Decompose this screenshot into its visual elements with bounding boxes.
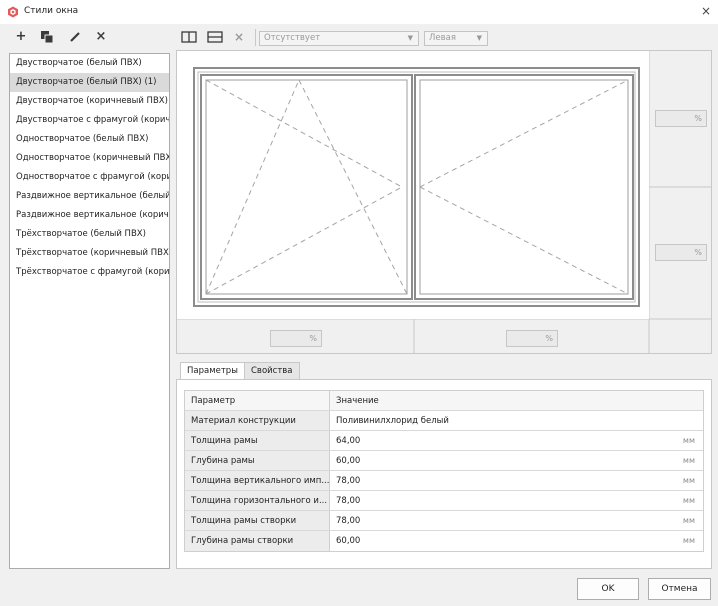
param-unit: мм [682, 436, 695, 445]
param-name: Глубина рамы [185, 451, 330, 470]
split-horizontal-button[interactable] [207, 30, 225, 48]
list-item[interactable]: Двустворчатое (коричневый ПВХ) [10, 92, 169, 111]
param-value: 78,00 [336, 516, 361, 526]
param-value: 78,00 [336, 476, 361, 486]
close-button[interactable]: × [698, 3, 714, 19]
param-unit: мм [682, 496, 695, 505]
list-item[interactable]: Одностворчатое с фрамугой (коричневый ПВ… [10, 168, 169, 187]
list-item[interactable]: Трёхстворчатое с фрамугой (коричневый ПВ… [10, 263, 169, 282]
bottom-right-percent-field[interactable]: % [506, 330, 558, 347]
table-row[interactable]: Глубина рамы 60,00 мм [185, 451, 703, 471]
table-row[interactable]: Материал конструкции Поливинилхлорид белы… [185, 411, 703, 431]
param-value-cell[interactable]: 78,00 мм [330, 511, 703, 530]
param-name: Глубина рамы створки [185, 531, 330, 551]
side-value: Левая [429, 33, 456, 43]
ok-button[interactable]: OK [577, 578, 639, 600]
param-unit: мм [682, 516, 695, 525]
bottom-left-percent-field[interactable]: % [270, 330, 322, 347]
table-row[interactable]: Толщина вертикального имп... 78,00 мм [185, 471, 703, 491]
table-row[interactable]: Глубина рамы створки 60,00 мм [185, 531, 703, 551]
param-unit: мм [682, 476, 695, 485]
param-value-cell[interactable]: 78,00 мм [330, 471, 703, 490]
param-name: Толщина вертикального имп... [185, 471, 330, 490]
list-item[interactable]: Двустворчатое с фрамугой (коричневый ПВХ… [10, 111, 169, 130]
split-vertical-button[interactable] [181, 30, 199, 48]
param-value-cell[interactable]: Поливинилхлорид белый [330, 411, 703, 430]
param-value: 60,00 [336, 536, 361, 546]
param-name: Толщина рамы створки [185, 511, 330, 530]
window-title: Стили окна [24, 6, 79, 16]
param-value: Поливинилхлорид белый [336, 416, 449, 426]
delete-style-button[interactable]: × [92, 28, 110, 46]
app-logo-icon [8, 6, 18, 18]
table-row[interactable]: Толщина рамы створки 78,00 мм [185, 511, 703, 531]
chevron-down-icon: ▼ [476, 34, 482, 42]
copy-icon [41, 31, 54, 44]
list-item[interactable]: Трёхстворчатое (коричневый ПВХ) [10, 244, 169, 263]
param-name: Материал конструкции [185, 411, 330, 430]
list-item[interactable]: Раздвижное вертикальное (белый ПВХ) [10, 187, 169, 206]
style-list: Двустворчатое (белый ПВХ) Двустворчатое (… [9, 53, 170, 569]
remove-division-button[interactable]: × [234, 30, 252, 48]
window-preview-area: % % % % [176, 50, 712, 354]
add-style-button[interactable]: + [12, 28, 30, 46]
param-unit: мм [682, 456, 695, 465]
param-value: 60,00 [336, 456, 361, 466]
parameters-table: Параметр Значение Материал конструкции По… [184, 390, 704, 552]
header-value: Значение [330, 391, 703, 410]
cancel-button[interactable]: Отмена [648, 578, 711, 600]
table-row[interactable]: Толщина горизонтального и... 78,00 мм [185, 491, 703, 511]
list-item[interactable]: Трёхстворчатое (белый ПВХ) [10, 225, 169, 244]
tab-properties[interactable]: Свойства [244, 362, 300, 380]
param-value-cell[interactable]: 78,00 мм [330, 491, 703, 510]
edit-style-button[interactable] [68, 30, 82, 44]
param-name: Толщина рамы [185, 431, 330, 450]
window-preview-drawing [177, 51, 711, 353]
list-item[interactable]: Одностворчатое (коричневый ПВХ) [10, 149, 169, 168]
opening-type-dropdown[interactable]: Отсутствует ▼ [259, 31, 419, 46]
header-param: Параметр [185, 391, 330, 410]
table-header: Параметр Значение [185, 391, 703, 411]
copy-style-button[interactable] [40, 30, 54, 44]
param-value-cell[interactable]: 64,00 мм [330, 431, 703, 450]
list-item[interactable]: Двустворчатое (белый ПВХ) [10, 54, 169, 73]
side-dropdown[interactable]: Левая ▼ [424, 31, 488, 46]
param-value: 78,00 [336, 496, 361, 506]
chevron-down-icon: ▼ [407, 34, 413, 42]
toolbar-divider [255, 29, 256, 46]
split-horizontal-icon [207, 31, 223, 43]
opening-type-value: Отсутствует [264, 33, 321, 43]
table-body: Материал конструкции Поливинилхлорид белы… [185, 411, 703, 551]
split-vertical-icon [181, 31, 197, 43]
list-item[interactable]: Двустворчатое (белый ПВХ) (1) [10, 73, 169, 92]
list-item[interactable]: Раздвижное вертикальное (коричневый ПВХ) [10, 206, 169, 225]
pencil-icon [70, 32, 80, 42]
param-value-cell[interactable]: 60,00 мм [330, 451, 703, 470]
param-value-cell[interactable]: 60,00 мм [330, 531, 703, 551]
right-top-percent-field[interactable]: % [655, 110, 707, 127]
param-unit: мм [682, 536, 695, 545]
list-item[interactable]: Одностворчатое (белый ПВХ) [10, 130, 169, 149]
param-value: 64,00 [336, 436, 361, 446]
tab-parameters[interactable]: Параметры [180, 362, 245, 380]
table-row[interactable]: Толщина рамы 64,00 мм [185, 431, 703, 451]
title-bar: Стили окна × [0, 0, 718, 24]
right-bottom-percent-field[interactable]: % [655, 244, 707, 261]
param-name: Толщина горизонтального и... [185, 491, 330, 510]
